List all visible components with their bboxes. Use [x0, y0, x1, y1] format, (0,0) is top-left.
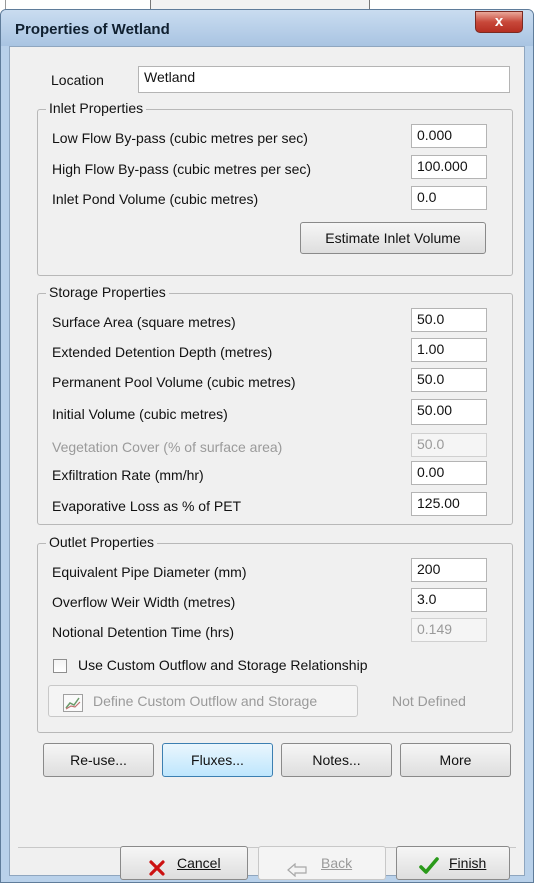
finish-label: Finish — [449, 855, 487, 871]
inlet-properties-legend: Inlet Properties — [46, 100, 147, 116]
estimate-inlet-volume-button[interactable]: Estimate Inlet Volume — [300, 222, 486, 254]
inlet-pond-volume-input[interactable]: 0.0 — [411, 186, 487, 210]
chart-icon — [63, 692, 83, 712]
more-button[interactable]: More — [400, 743, 511, 777]
evaporative-loss-label: Evaporative Loss as % of PET — [52, 498, 242, 514]
back-arrow-icon — [287, 856, 307, 882]
exfiltration-rate-label: Exfiltration Rate (mm/hr) — [52, 467, 204, 483]
back-button: Back — [258, 846, 386, 880]
pipe-diameter-input[interactable]: 200 — [411, 558, 487, 582]
checkmark-icon — [419, 854, 439, 882]
location-input[interactable]: Wetland — [138, 66, 510, 93]
custom-relationship-label[interactable]: Use Custom Outflow and Storage Relations… — [78, 657, 367, 673]
initial-volume-input[interactable]: 50.00 — [411, 399, 487, 425]
reuse-button[interactable]: Re-use... — [43, 743, 154, 777]
detention-time-output: 0.149 — [411, 618, 487, 642]
permanent-pool-volume-label: Permanent Pool Volume (cubic metres) — [52, 374, 296, 390]
detention-time-label: Notional Detention Time (hrs) — [52, 624, 235, 640]
cancel-button[interactable]: Cancel — [120, 846, 248, 880]
cancel-x-icon — [149, 855, 165, 882]
outlet-properties-legend: Outlet Properties — [46, 534, 158, 550]
close-button[interactable]: x — [475, 11, 523, 33]
custom-relationship-checkbox[interactable] — [53, 659, 67, 673]
finish-button[interactable]: Finish — [396, 846, 510, 880]
title-bar[interactable]: Properties of Wetland x — [1, 10, 533, 46]
permanent-pool-volume-input[interactable]: 50.0 — [411, 368, 487, 392]
storage-properties-legend: Storage Properties — [46, 284, 169, 300]
vegetation-cover-input: 50.0 — [411, 433, 487, 457]
low-flow-bypass-input[interactable]: 0.000 — [411, 124, 487, 148]
cancel-label: Cancel — [177, 855, 221, 871]
back-label: Back — [321, 855, 353, 871]
weir-width-label: Overflow Weir Width (metres) — [52, 594, 236, 610]
high-flow-bypass-input[interactable]: 100.000 — [411, 155, 487, 179]
pipe-diameter-label: Equivalent Pipe Diameter (mm) — [52, 564, 247, 580]
close-icon: x — [494, 13, 504, 30]
notes-button[interactable]: Notes... — [281, 743, 392, 777]
extended-detention-depth-label: Extended Detention Depth (metres) — [52, 344, 273, 360]
initial-volume-label: Initial Volume (cubic metres) — [52, 406, 228, 422]
define-custom-outflow-label: Define Custom Outflow and Storage — [93, 693, 318, 709]
location-label: Location — [51, 72, 104, 88]
evaporative-loss-input[interactable]: 125.00 — [411, 492, 487, 516]
surface-area-label: Surface Area (square metres) — [52, 314, 236, 330]
properties-dialog: Properties of Wetland x Location Wetland… — [0, 9, 534, 883]
low-flow-bypass-label: Low Flow By-pass (cubic metres per sec) — [52, 130, 308, 146]
fluxes-button[interactable]: Fluxes... — [162, 743, 273, 777]
surface-area-input[interactable]: 50.0 — [411, 308, 487, 332]
high-flow-bypass-label: High Flow By-pass (cubic metres per sec) — [52, 161, 312, 177]
exfiltration-rate-input[interactable]: 0.00 — [411, 461, 487, 485]
dialog-title: Properties of Wetland — [15, 21, 170, 38]
define-custom-outflow-button: Define Custom Outflow and Storage — [48, 685, 358, 717]
dialog-body: Location Wetland Inlet Properties Low Fl… — [9, 46, 525, 880]
custom-outflow-status: Not Defined — [392, 693, 466, 709]
vegetation-cover-label: Vegetation Cover (% of surface area) — [52, 439, 283, 455]
inlet-pond-volume-label: Inlet Pond Volume (cubic metres) — [52, 191, 259, 207]
extended-detention-depth-input[interactable]: 1.00 — [411, 338, 487, 362]
weir-width-input[interactable]: 3.0 — [411, 588, 487, 612]
